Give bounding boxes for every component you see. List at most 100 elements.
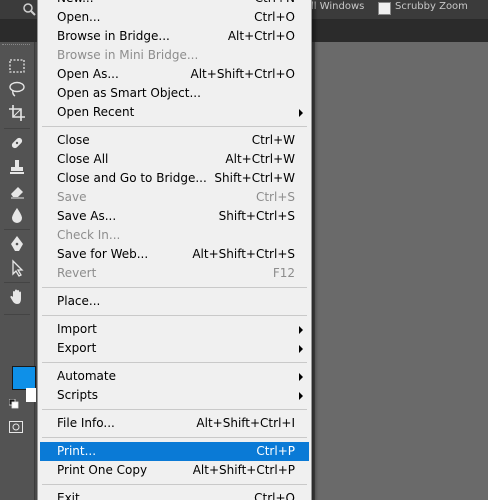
menu-item-label: Close — [57, 133, 90, 147]
menu-item-shortcut: Ctrl+O — [254, 10, 295, 24]
menu-item-exit[interactable]: Exit Ctrl+Q — [40, 489, 309, 500]
menu-item-shortcut: F12 — [272, 266, 295, 280]
menu-item-shortcut: Shift+Ctrl+S — [218, 209, 295, 223]
menu-item-place[interactable]: Place... — [40, 292, 309, 311]
menu-item-close-all[interactable]: Close All Alt+Ctrl+W — [40, 150, 309, 169]
menu-item-shortcut: Ctrl+P — [256, 444, 295, 458]
crop-icon[interactable] — [6, 103, 28, 123]
clone-stamp-icon[interactable] — [6, 157, 28, 177]
submenu-arrow-icon — [299, 345, 303, 353]
lasso-icon[interactable] — [6, 79, 28, 99]
menu-item-shortcut: Ctrl+W — [251, 133, 295, 147]
menu-item-label: Save — [57, 190, 87, 204]
submenu-arrow-icon — [299, 326, 303, 334]
tools-divider — [4, 314, 30, 315]
foreground-color-swatch[interactable] — [12, 366, 36, 390]
default-colors-icon[interactable] — [8, 394, 19, 409]
menu-item-label: Automate — [57, 369, 116, 383]
menu-item-label: Open... — [57, 10, 101, 24]
scrubby-zoom-label: Scrubby Zoom — [395, 1, 468, 12]
menu-item-label: Close and Go to Bridge... — [57, 171, 207, 185]
menu-item-browse-in-bridge[interactable]: Browse in Bridge... Alt+Ctrl+O — [40, 27, 309, 46]
rectangular-marquee-icon[interactable] — [6, 56, 28, 76]
menu-item-save: Save Ctrl+S — [40, 188, 309, 207]
submenu-arrow-icon — [299, 373, 303, 381]
menu-item-label: Open as Smart Object... — [57, 86, 201, 100]
file-menu: New... Ctrl+N Open... Ctrl+O Browse in Bridg… — [37, 0, 312, 500]
menu-item-print-one-copy[interactable]: Print One Copy Alt+Shift+Ctrl+P — [40, 461, 309, 480]
menu-separator — [40, 358, 309, 367]
menu-item-label: Revert — [57, 266, 97, 280]
menu-item-shortcut: Alt+Shift+Ctrl+P — [192, 463, 295, 477]
menu-item-shortcut: Alt+Shift+Ctrl+S — [192, 247, 295, 261]
canvas-area[interactable] — [315, 42, 488, 500]
menu-item-label: Close All — [57, 152, 109, 166]
eraser-icon[interactable] — [6, 181, 28, 201]
menu-item-print[interactable]: Print... Ctrl+P — [40, 442, 309, 461]
menu-item-new[interactable]: New... Ctrl+N — [40, 0, 309, 8]
menu-item-save-as[interactable]: Save As... Shift+Ctrl+S — [40, 207, 309, 226]
menu-separator — [40, 122, 309, 131]
tools-divider — [4, 282, 30, 283]
healing-brush-icon[interactable] — [6, 133, 28, 153]
photoshop-window: ll Windows Scrubby Zoom Open... Ctrl+O B… — [0, 0, 488, 500]
menu-item-shortcut: Shift+Ctrl+W — [214, 171, 295, 185]
menu-item-revert: Revert F12 — [40, 264, 309, 283]
menu-separator — [40, 283, 309, 292]
menu-item-label: Browse in Bridge... — [57, 29, 170, 43]
menu-item-label: Open Recent — [57, 105, 135, 119]
menu-item-label: New... — [57, 0, 94, 8]
menu-item-shortcut: Alt+Ctrl+O — [227, 29, 295, 43]
blur-drop-icon[interactable] — [6, 205, 28, 225]
menu-item-label: Save for Web... — [57, 247, 149, 261]
quick-mask-icon[interactable] — [9, 418, 23, 433]
menu-separator — [40, 433, 309, 442]
menu-item-label: Browse in Mini Bridge... — [57, 48, 199, 62]
menu-item-shortcut: Alt+Shift+Ctrl+O — [190, 67, 295, 81]
zoom-search-icon[interactable] — [22, 1, 36, 16]
menu-item-open[interactable]: Open... Ctrl+O — [40, 8, 309, 27]
menu-item-export[interactable]: Export — [40, 339, 309, 358]
menu-item-shortcut: Ctrl+S — [255, 190, 295, 204]
menu-item-open-as[interactable]: Open As... Alt+Shift+Ctrl+O — [40, 65, 309, 84]
menu-item-close-and-go-to-bridge[interactable]: Close and Go to Bridge... Shift+Ctrl+W — [40, 169, 309, 188]
tools-divider — [4, 229, 30, 230]
background-color-swatch[interactable] — [26, 388, 36, 402]
menu-item-label: Scripts — [57, 388, 99, 402]
submenu-arrow-icon — [299, 392, 303, 400]
menu-item-open-recent[interactable]: Open Recent — [40, 103, 309, 122]
menu-item-label: Import — [57, 322, 97, 336]
menu-item-close[interactable]: Close Ctrl+W — [40, 131, 309, 150]
menu-separator — [40, 405, 309, 414]
menu-item-file-info[interactable]: File Info... Alt+Shift+Ctrl+I — [40, 414, 309, 433]
menu-item-label: Open As... — [57, 67, 119, 81]
menu-item-automate[interactable]: Automate — [40, 367, 309, 386]
menu-item-label: Print... — [57, 444, 97, 458]
tools-divider — [4, 128, 30, 129]
menu-item-import[interactable]: Import — [40, 320, 309, 339]
hand-icon[interactable] — [6, 287, 28, 307]
menu-item-shortcut: Alt+Ctrl+W — [225, 152, 295, 166]
pen-icon[interactable] — [6, 234, 28, 254]
file-menu-items: New... Ctrl+N Open... Ctrl+O Browse in Bridg… — [40, 0, 309, 500]
menu-item-save-for-web[interactable]: Save for Web... Alt+Shift+Ctrl+S — [40, 245, 309, 264]
menu-item-shortcut: Ctrl+N — [255, 0, 295, 8]
menu-item-label: Check In... — [57, 228, 121, 242]
menu-item-shortcut: Ctrl+Q — [254, 491, 295, 500]
menu-item-scripts[interactable]: Scripts — [40, 386, 309, 405]
menu-item-shortcut: Alt+Shift+Ctrl+I — [196, 416, 295, 430]
menu-item-label: File Info... — [57, 416, 115, 430]
all-windows-label: ll Windows — [311, 1, 365, 12]
scrubby-zoom-checkbox[interactable] — [378, 2, 391, 15]
menu-item-browse-in-mini-bridge: Browse in Mini Bridge... — [40, 46, 309, 65]
menu-item-open-as-smart-object[interactable]: Open as Smart Object... — [40, 84, 309, 103]
tools-grip[interactable] — [2, 44, 30, 49]
menu-item-label: Save As... — [57, 209, 117, 223]
menu-item-label: Exit — [57, 491, 80, 500]
menu-item-label: Export — [57, 341, 97, 355]
tools-panel — [0, 42, 36, 500]
menu-item-label: Place... — [57, 294, 101, 308]
menu-separator — [40, 311, 309, 320]
path-selection-icon[interactable] — [6, 258, 28, 278]
menu-separator — [40, 480, 309, 489]
